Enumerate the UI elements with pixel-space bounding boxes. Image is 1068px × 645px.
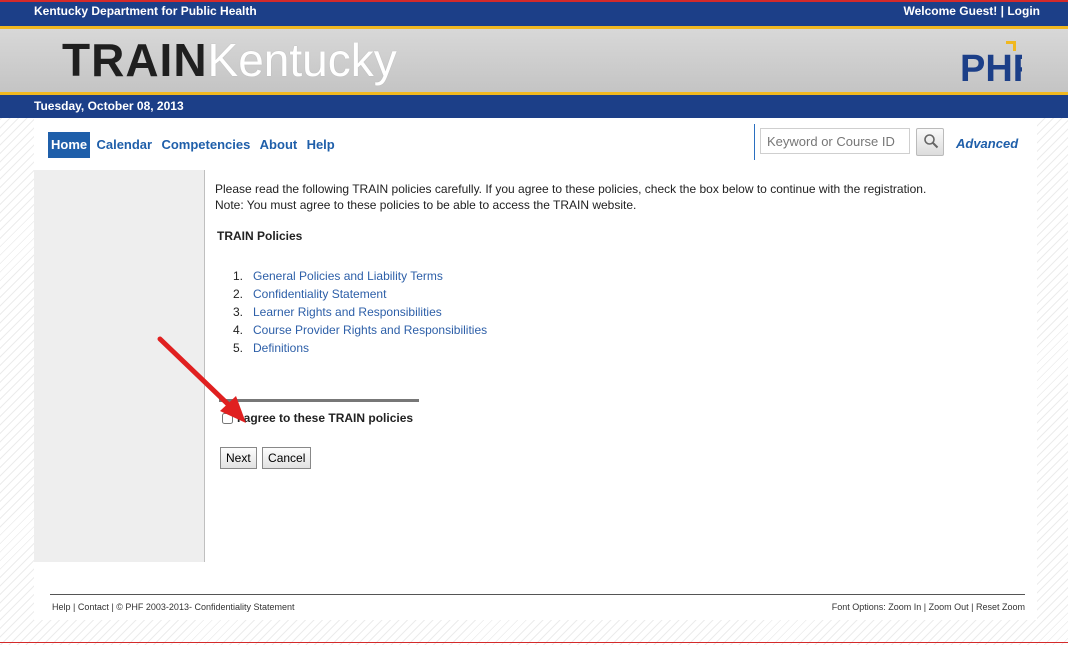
policy-number: 1.	[233, 269, 244, 283]
policy-link-general[interactable]: General Policies and Liability Terms	[253, 269, 443, 283]
org-name: Kentucky Department for Public Health	[34, 4, 257, 18]
logo-train-text: TRAIN	[62, 34, 208, 86]
user-links: Welcome Guest! | Login	[903, 4, 1040, 18]
date-bar: Tuesday, October 08, 2013	[0, 95, 1068, 118]
policy-item: 3. Learner Rights and Responsibilities	[233, 303, 1015, 321]
next-button[interactable]: Next	[220, 447, 257, 469]
policy-item: 1. General Policies and Liability Terms	[233, 267, 1015, 285]
footer-confidentiality-link[interactable]: Confidentiality Statement	[194, 602, 294, 612]
footer-divider	[50, 594, 1025, 595]
reset-zoom-link[interactable]: Reset Zoom	[976, 602, 1025, 612]
search-button[interactable]	[916, 128, 944, 156]
page-frame: Home Calendar Competencies About Help Ad…	[34, 118, 1037, 620]
main-content: Please read the following TRAIN policies…	[215, 181, 1015, 357]
policy-number: 5.	[233, 341, 244, 355]
nav-calendar[interactable]: Calendar	[93, 132, 155, 158]
phf-logo: PHF	[960, 41, 1022, 85]
nav-competencies[interactable]: Competencies	[158, 132, 253, 158]
left-sidebar	[34, 170, 205, 562]
form-buttons: Next Cancel	[220, 447, 313, 469]
cancel-button[interactable]: Cancel	[262, 447, 312, 469]
agree-row[interactable]: I agree to these TRAIN policies	[222, 411, 413, 425]
welcome-text: Welcome Guest!	[903, 4, 998, 18]
footer-links: Help | Contact | © PHF 2003-2013- Confid…	[52, 602, 295, 612]
font-options: Font Options: Zoom In | Zoom Out | Reset…	[831, 602, 1025, 612]
nav-about[interactable]: About	[257, 132, 301, 158]
policy-number: 4.	[233, 323, 244, 337]
zoom-in-link[interactable]: Zoom In	[888, 602, 921, 612]
bottom-border	[0, 642, 1068, 643]
policy-item: 5. Definitions	[233, 339, 1015, 357]
search-input[interactable]	[760, 128, 910, 154]
policy-item: 2. Confidentiality Statement	[233, 285, 1015, 303]
phf-logo-text: PHF	[960, 48, 1022, 85]
footer-copyright: | © PHF 2003-2013-	[111, 602, 192, 612]
policies-heading: TRAIN Policies	[217, 229, 303, 243]
search-icon	[924, 133, 939, 148]
search-divider	[754, 124, 755, 160]
site-banner: TRAINKentucky PHF	[0, 29, 1068, 92]
agree-checkbox[interactable]	[222, 413, 233, 424]
logo-state-text: Kentucky	[207, 34, 397, 86]
zoom-out-link[interactable]: Zoom Out	[929, 602, 969, 612]
top-bar: Kentucky Department for Public Health We…	[0, 0, 1068, 26]
nav-home[interactable]: Home	[48, 132, 91, 158]
advanced-search-link[interactable]: Advanced	[956, 136, 1018, 151]
main-nav: Home Calendar Competencies About Help	[48, 132, 338, 160]
footer-sep: |	[73, 602, 76, 612]
policy-item: 4. Course Provider Rights and Responsibil…	[233, 321, 1015, 339]
intro-line-1: Please read the following TRAIN policies…	[215, 182, 927, 196]
policy-number: 2.	[233, 287, 244, 301]
intro-line-2: Note: You must agree to these policies t…	[215, 198, 637, 212]
font-options-label: Font Options:	[831, 602, 886, 612]
policy-number: 3.	[233, 305, 244, 319]
policy-link-confidentiality[interactable]: Confidentiality Statement	[253, 287, 386, 301]
policies-list: 1. General Policies and Liability Terms 2…	[233, 267, 1015, 357]
policy-link-definitions[interactable]: Definitions	[253, 341, 309, 355]
agree-label: I agree to these TRAIN policies	[237, 411, 414, 425]
agree-divider	[219, 399, 419, 402]
nav-help[interactable]: Help	[304, 132, 338, 158]
intro-text: Please read the following TRAIN policies…	[215, 181, 1015, 213]
policy-link-learner-rights[interactable]: Learner Rights and Responsibilities	[253, 305, 442, 319]
footer-help-link[interactable]: Help	[52, 602, 71, 612]
train-kentucky-logo: TRAINKentucky	[62, 33, 397, 87]
login-link[interactable]: Login	[1007, 4, 1040, 18]
footer-contact-link[interactable]: Contact	[78, 602, 109, 612]
header-separator: |	[1000, 4, 1004, 18]
policy-link-provider-rights[interactable]: Course Provider Rights and Responsibilit…	[253, 323, 487, 337]
current-date: Tuesday, October 08, 2013	[34, 99, 184, 113]
